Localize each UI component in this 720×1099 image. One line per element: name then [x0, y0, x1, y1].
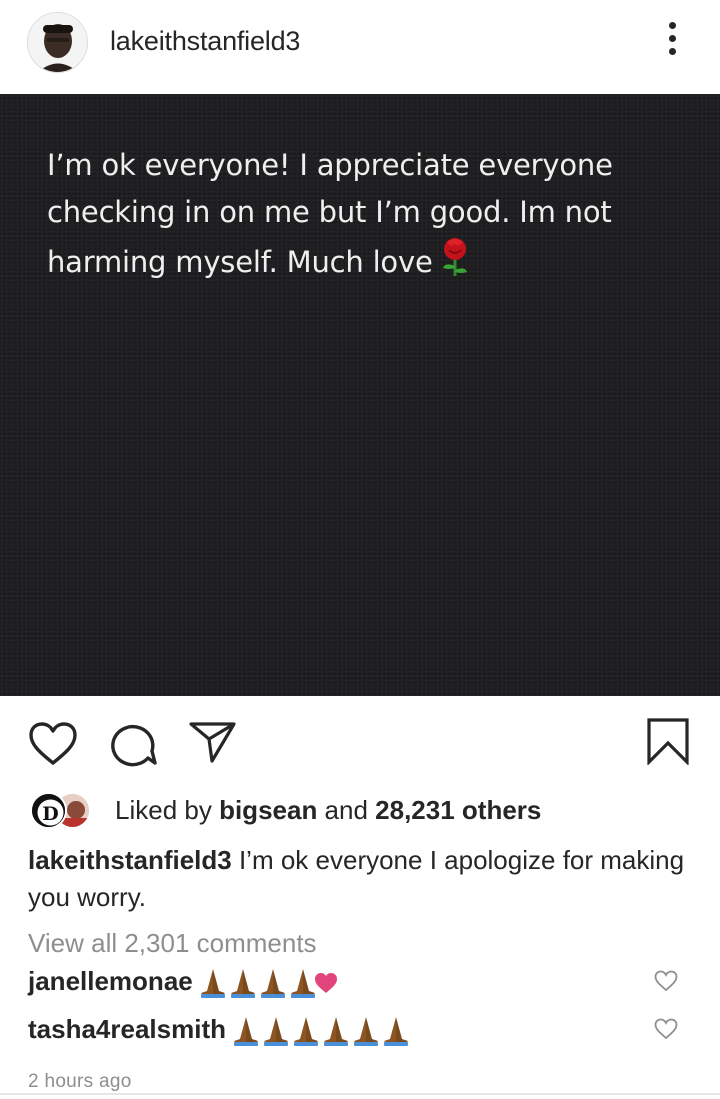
post-image-text-line: I’m ok everyone! I appreciate everyone	[47, 148, 613, 182]
comment-emoji-row	[233, 1017, 408, 1047]
comment-like-icon[interactable]	[654, 970, 678, 992]
comment-item: tasha4realsmith	[28, 1014, 708, 1054]
folded-hands-icon	[323, 1017, 348, 1047]
comment-like-icon[interactable]	[654, 1018, 678, 1040]
comment-icon[interactable]	[110, 721, 158, 767]
comment-text	[232, 1015, 442, 1047]
post-image-text-line: harming myself. Much love	[47, 236, 667, 292]
likes-prefix: Liked by	[115, 795, 220, 825]
divider	[0, 1093, 720, 1095]
bookmark-icon[interactable]	[646, 717, 690, 765]
comment-item: janellemonae	[28, 966, 708, 1006]
heart-icon[interactable]	[28, 721, 78, 767]
likes-middle: and	[317, 795, 376, 825]
comment-username[interactable]: janellemonae	[28, 966, 193, 996]
likes-row: D Liked by bigsean and 28,231 others	[28, 790, 718, 830]
post-image-text-line: checking in on me but I’m good. Im not	[47, 195, 612, 229]
post-caption: lakeithstanfield3 I’m ok everyone I apol…	[28, 842, 698, 916]
caption-username[interactable]: lakeithstanfield3	[28, 845, 232, 875]
post-username[interactable]: lakeithstanfield3	[110, 26, 300, 57]
rose-icon	[439, 236, 471, 292]
pink-heart-icon	[314, 973, 337, 994]
comment-username[interactable]: tasha4realsmith	[28, 1014, 226, 1044]
folded-hands-icon	[263, 1017, 288, 1047]
likes-count[interactable]: 28,231 others	[375, 795, 541, 825]
post-actions	[0, 700, 720, 790]
likes-summary[interactable]: Liked by bigsean and 28,231 others	[115, 795, 541, 826]
share-icon[interactable]	[188, 720, 238, 766]
folded-hands-icon	[293, 1017, 318, 1047]
more-options-icon[interactable]	[660, 22, 684, 62]
folded-hands-icon	[233, 1017, 258, 1047]
liker-username[interactable]: bigsean	[219, 795, 317, 825]
folded-hands-icon	[353, 1017, 378, 1047]
liker-avatar[interactable]: D	[30, 792, 67, 829]
folded-hands-icon	[200, 969, 225, 999]
post-header: lakeithstanfield3	[0, 0, 720, 94]
post-timestamp: 2 hours ago	[28, 1071, 132, 1092]
post-image-text-line-content: harming myself. Much love	[47, 245, 433, 279]
profile-avatar[interactable]	[27, 12, 88, 73]
folded-hands-icon	[290, 969, 315, 999]
comment-emoji-row	[200, 969, 337, 999]
post-image-text: I’m ok everyone! I appreciate everyone c…	[47, 142, 667, 292]
svg-text:D: D	[42, 803, 58, 825]
folded-hands-icon	[230, 969, 255, 999]
folded-hands-icon	[260, 969, 285, 999]
comment-text	[199, 967, 339, 999]
view-all-comments-link[interactable]: View all 2,301 comments	[28, 928, 317, 959]
avatar-image	[28, 13, 87, 72]
folded-hands-icon	[383, 1017, 408, 1047]
